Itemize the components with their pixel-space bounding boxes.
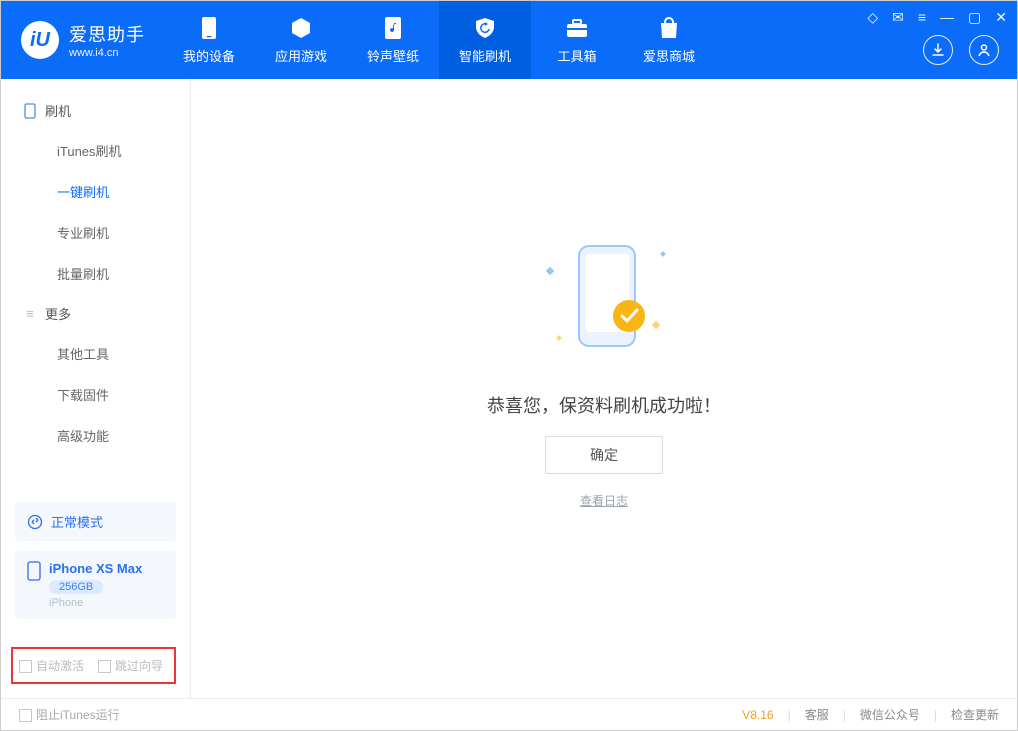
sidebar-item-pro-flash[interactable]: 专业刷机 <box>1 212 190 253</box>
window-controls: ◇ ✉ ≡ — ▢ ✕ <box>867 9 1007 26</box>
option-skip-guide[interactable]: 跳过向导 <box>98 657 163 674</box>
feedback-icon[interactable]: ✉ <box>892 9 904 26</box>
sidebar-group-more[interactable]: ≡ 更多 <box>1 294 190 333</box>
success-illustration <box>529 238 679 368</box>
tab-apps[interactable]: 应用游戏 <box>255 1 347 79</box>
sidebar-item-other-tools[interactable]: 其他工具 <box>1 333 190 374</box>
device-icon <box>197 16 221 40</box>
sidebar-item-batch-flash[interactable]: 批量刷机 <box>1 253 190 294</box>
music-file-icon <box>381 16 405 40</box>
account-button[interactable] <box>969 35 999 65</box>
tab-label: 应用游戏 <box>275 46 327 65</box>
close-button[interactable]: ✕ <box>995 9 1007 26</box>
sidebar-group-title: 更多 <box>45 304 71 323</box>
logo-icon: iU <box>21 21 59 59</box>
sidebar-group-title: 刷机 <box>45 101 71 120</box>
footer-link-support[interactable]: 客服 <box>805 706 829 723</box>
cube-icon <box>289 16 313 40</box>
tab-label: 爱思商城 <box>643 46 695 65</box>
tab-ringtones[interactable]: 铃声壁纸 <box>347 1 439 79</box>
download-icon <box>930 42 946 58</box>
device-name: iPhone XS Max <box>49 561 142 576</box>
device-mode-card[interactable]: 正常模式 <box>15 502 176 541</box>
ok-button[interactable]: 确定 <box>545 436 663 474</box>
tab-label: 智能刷机 <box>459 46 511 65</box>
phone-outline-icon <box>23 104 37 118</box>
checkbox-icon <box>19 660 32 673</box>
sidebar-item-download-fw[interactable]: 下载固件 <box>1 374 190 415</box>
option-auto-activate[interactable]: 自动激活 <box>19 657 84 674</box>
minimize-button[interactable]: — <box>940 9 954 26</box>
footer-link-update[interactable]: 检查更新 <box>951 706 999 723</box>
success-message: 恭喜您，保资料刷机成功啦！ <box>487 392 721 418</box>
sidebar: 刷机 iTunes刷机 一键刷机 专业刷机 批量刷机 ≡ 更多 其他工具 下载固… <box>1 79 191 698</box>
device-subtitle: iPhone <box>49 597 142 609</box>
option-block-itunes[interactable]: 阻止iTunes运行 <box>19 706 120 723</box>
shield-refresh-icon <box>473 16 497 40</box>
toolbox-icon <box>565 16 589 40</box>
tab-toolbox[interactable]: 工具箱 <box>531 1 623 79</box>
footer-link-wechat[interactable]: 微信公众号 <box>860 706 920 723</box>
version-label: V8.16 <box>742 708 773 722</box>
more-lines-icon: ≡ <box>23 307 37 321</box>
tab-flash[interactable]: 智能刷机 <box>439 1 531 79</box>
device-card[interactable]: iPhone XS Max 256GB iPhone <box>15 551 176 619</box>
menu-icon[interactable]: ≡ <box>918 9 926 26</box>
status-bar: 阻止iTunes运行 V8.16 | 客服 | 微信公众号 | 检查更新 <box>1 698 1017 730</box>
sidebar-group-flash[interactable]: 刷机 <box>1 91 190 130</box>
app-header: iU 爱思助手 www.i4.cn 我的设备 应用游戏 铃声壁纸 <box>1 1 1017 79</box>
tab-label: 我的设备 <box>183 46 235 65</box>
header-right-actions <box>923 35 999 65</box>
view-log-link[interactable]: 查看日志 <box>580 492 628 509</box>
app-url: www.i4.cn <box>69 47 145 59</box>
device-capacity: 256GB <box>49 580 103 594</box>
tab-label: 工具箱 <box>557 46 596 65</box>
checkbox-icon <box>98 660 111 673</box>
main-tabs: 我的设备 应用游戏 铃声壁纸 智能刷机 工具箱 <box>163 1 715 79</box>
sidebar-item-itunes-flash[interactable]: iTunes刷机 <box>1 130 190 171</box>
app-name: 爱思助手 <box>69 21 145 47</box>
tab-my-device[interactable]: 我的设备 <box>163 1 255 79</box>
flash-options-row: 自动激活 跳过向导 <box>11 647 176 684</box>
sidebar-item-advanced[interactable]: 高级功能 <box>1 415 190 456</box>
download-button[interactable] <box>923 35 953 65</box>
tab-store[interactable]: 爱思商城 <box>623 1 715 79</box>
phone-icon <box>27 561 41 581</box>
tab-label: 铃声壁纸 <box>367 46 419 65</box>
main-content: 恭喜您，保资料刷机成功啦！ 确定 查看日志 <box>191 79 1017 698</box>
skin-icon[interactable]: ◇ <box>867 9 878 26</box>
sidebar-item-oneclick-flash[interactable]: 一键刷机 <box>1 171 190 212</box>
bag-icon <box>657 16 681 40</box>
checkbox-icon <box>19 709 32 722</box>
user-icon <box>976 42 992 58</box>
device-mode-label: 正常模式 <box>51 512 103 531</box>
app-logo: iU 爱思助手 www.i4.cn <box>1 21 163 59</box>
mode-swap-icon <box>27 514 43 530</box>
maximize-button[interactable]: ▢ <box>968 9 981 26</box>
